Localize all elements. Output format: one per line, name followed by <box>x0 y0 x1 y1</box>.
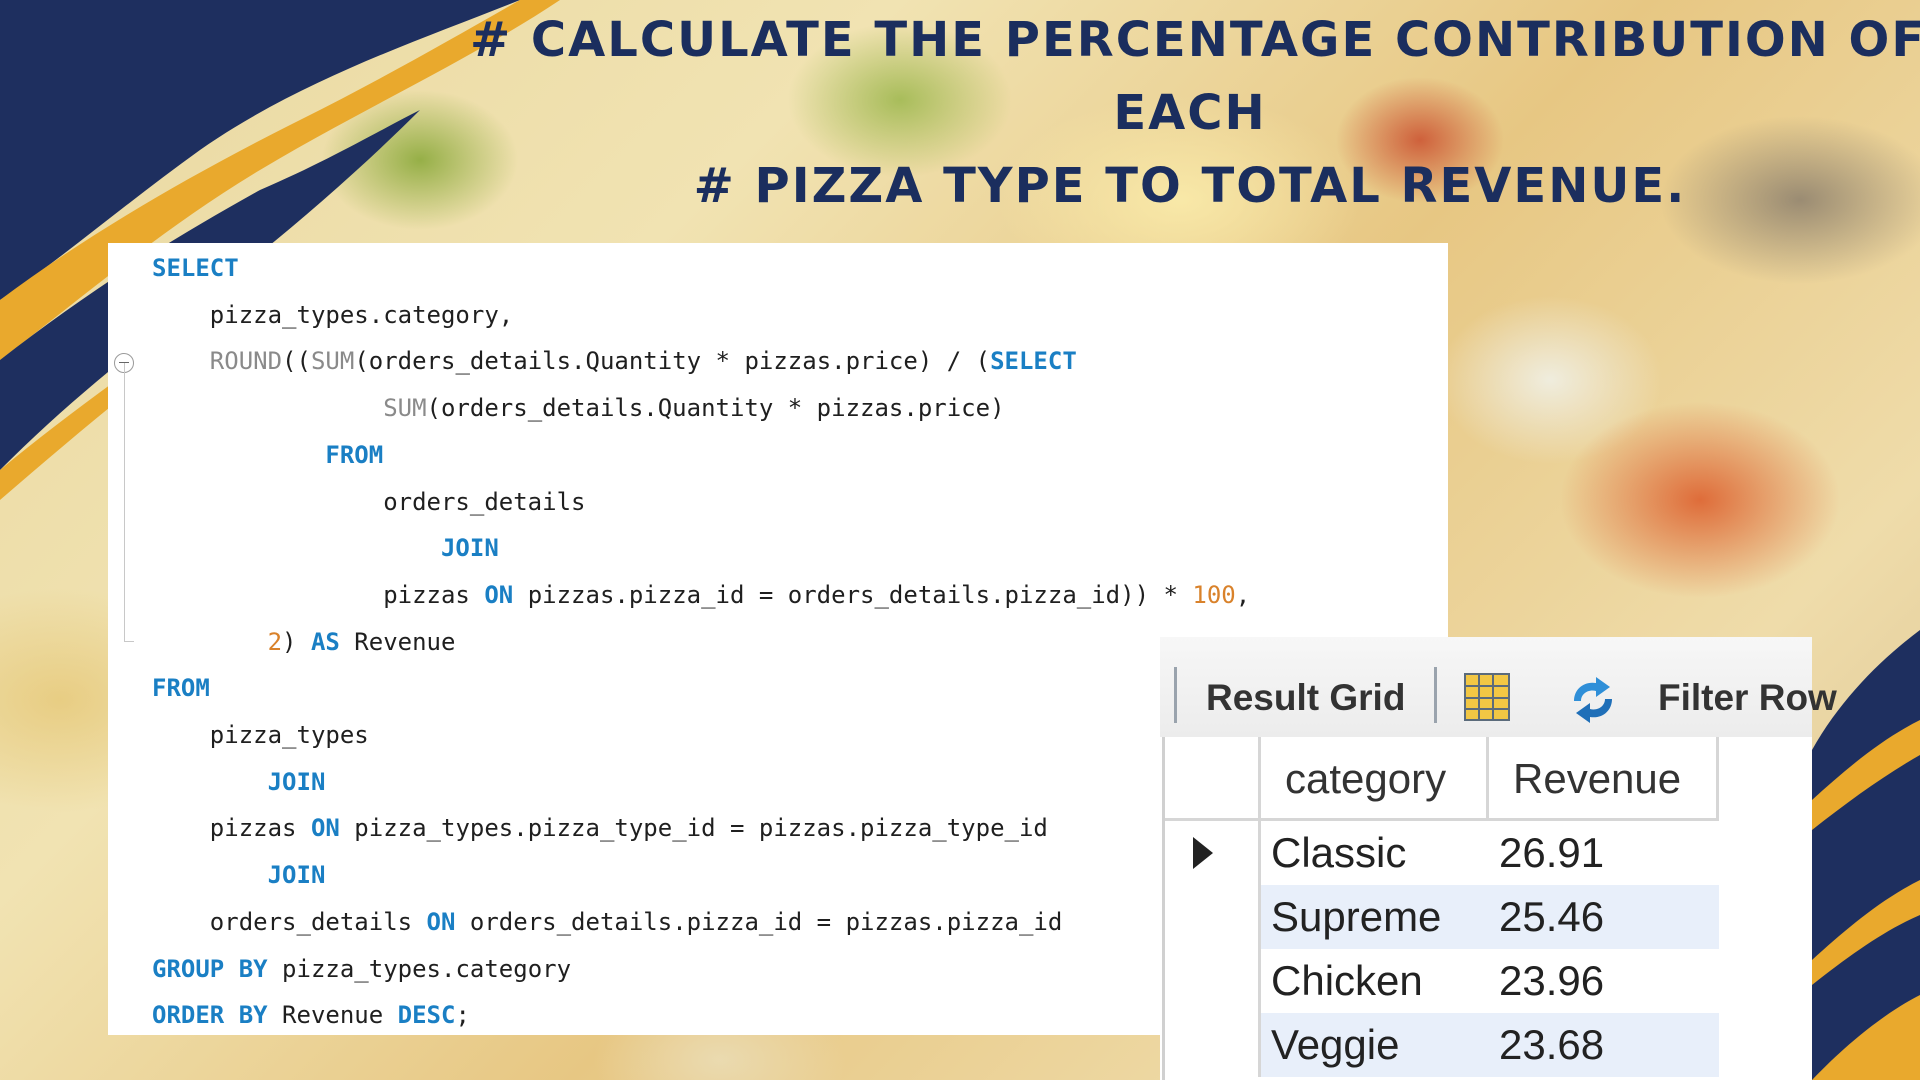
cell-category[interactable]: Veggie <box>1261 1013 1489 1077</box>
title-line-2: EACH <box>1113 85 1267 141</box>
row-selector[interactable] <box>1165 1013 1261 1077</box>
grid-header-row: category Revenue <box>1165 737 1725 821</box>
code-line: pizzas ON pizzas.pizza_id = orders_detai… <box>152 580 1251 609</box>
title-line-1: # CALCULATE THE PERCENTAGE CONTRIBUTION … <box>470 12 1920 68</box>
code-line: SUM(orders_details.Quantity * pizzas.pri… <box>383 394 1005 423</box>
toolbar-separator <box>1174 667 1177 723</box>
cell-category[interactable]: Supreme <box>1261 885 1489 949</box>
code-line: GROUP BY pizza_types.category <box>152 954 572 983</box>
result-grid: category Revenue Classic 26.91 Supreme 25.4… <box>1162 737 1725 1080</box>
table-row[interactable]: Classic 26.91 <box>1165 821 1725 885</box>
column-header-category[interactable]: category <box>1261 737 1489 821</box>
fold-guide <box>124 363 125 641</box>
cell-revenue[interactable]: 26.91 <box>1489 821 1719 885</box>
code-line: FROM <box>152 674 210 703</box>
code-line: SELECT <box>152 254 239 282</box>
cell-revenue[interactable]: 23.96 <box>1489 949 1719 1013</box>
table-row[interactable]: Chicken 23.96 <box>1165 949 1725 1013</box>
code-line: FROM <box>325 440 384 469</box>
code-line: pizza_types <box>152 721 369 749</box>
row-selector[interactable] <box>1165 821 1261 885</box>
code-line: JOIN <box>440 534 499 563</box>
refresh-icon[interactable] <box>1566 675 1620 725</box>
row-selector[interactable] <box>1165 885 1261 949</box>
table-row[interactable]: Supreme 25.46 <box>1165 885 1725 949</box>
code-line: orders_details <box>152 487 586 516</box>
column-header-revenue[interactable]: Revenue <box>1489 737 1719 821</box>
cell-revenue[interactable]: 23.68 <box>1489 1013 1719 1077</box>
cell-revenue[interactable]: 25.46 <box>1489 885 1719 949</box>
code-line: pizzas ON pizza_types.pizza_type_id = pi… <box>152 814 1048 843</box>
page-title: # CALCULATE THE PERCENTAGE CONTRIBUTION … <box>470 4 1920 223</box>
row-header-corner <box>1165 737 1261 821</box>
code-line: 2) AS Revenue <box>267 627 456 656</box>
table-row[interactable]: Veggie 23.68 <box>1165 1013 1725 1077</box>
code-line: JOIN <box>267 767 326 796</box>
fold-guide-end <box>124 641 134 642</box>
title-line-3: # PIZZA TYPE TO TOTAL REVENUE. <box>693 158 1687 214</box>
filter-rows-label[interactable]: Filter Row <box>1658 675 1837 721</box>
row-selector[interactable] <box>1165 949 1261 1013</box>
code-line: pizza_types.category, <box>152 300 514 329</box>
cell-category[interactable]: Chicken <box>1261 949 1489 1013</box>
result-grid-tab[interactable]: Result Grid <box>1206 675 1405 721</box>
code-line: orders_details ON orders_details.pizza_i… <box>152 907 1063 936</box>
form-editor-grid-icon[interactable] <box>1464 673 1510 721</box>
toolbar-separator <box>1434 667 1437 723</box>
code-line: ROUND((SUM(orders_details.Quantity * piz… <box>209 347 1077 376</box>
result-panel: Result Grid Filter Row category Revenue … <box>1160 637 1837 1080</box>
cell-category[interactable]: Classic <box>1261 821 1489 885</box>
result-toolbar: Result Grid Filter Row <box>1160 637 1837 737</box>
code-line: ORDER BY Revenue DESC; <box>152 1001 470 1030</box>
code-line: JOIN <box>267 861 326 890</box>
current-row-arrow-icon <box>1193 837 1213 869</box>
